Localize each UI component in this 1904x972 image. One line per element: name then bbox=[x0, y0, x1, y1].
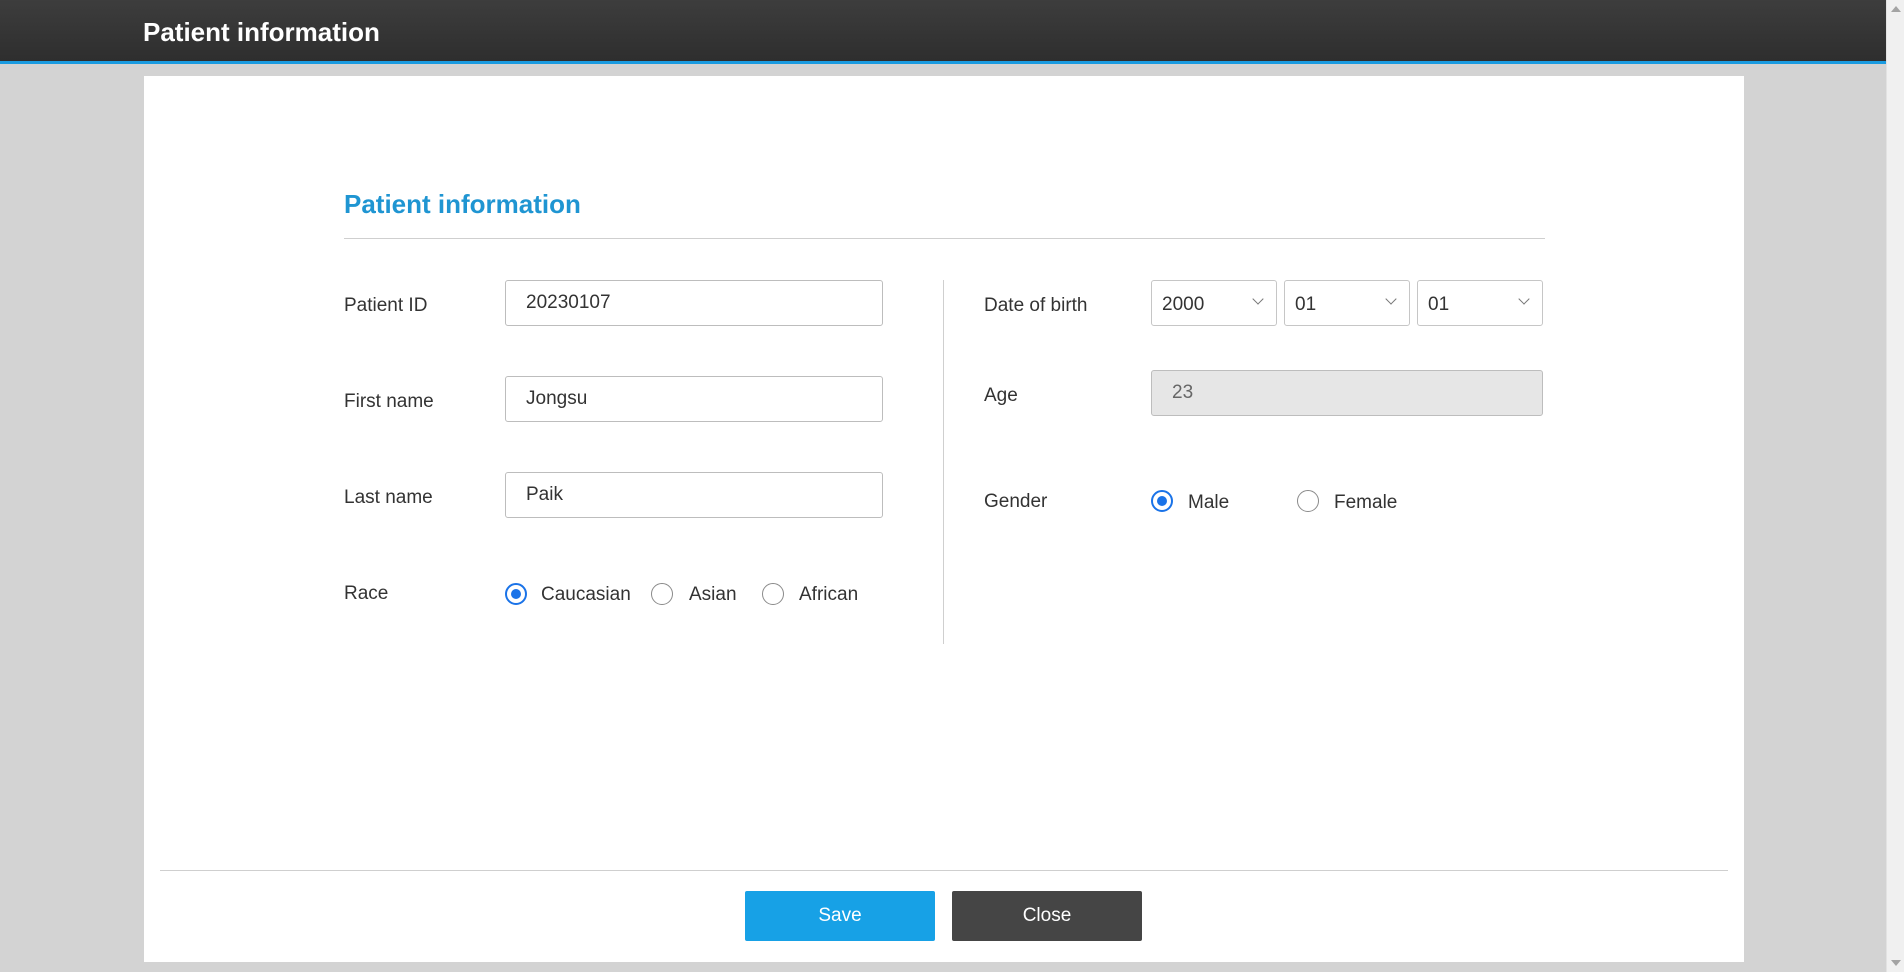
race-label: Race bbox=[344, 583, 389, 604]
last-name-input[interactable] bbox=[505, 472, 883, 518]
race-african-label[interactable]: African bbox=[799, 584, 858, 606]
gender-female-radio[interactable] bbox=[1297, 490, 1319, 512]
race-caucasian-radio[interactable] bbox=[505, 583, 527, 605]
gender-male-label[interactable]: Male bbox=[1188, 492, 1229, 514]
footer-divider bbox=[160, 870, 1728, 871]
chevron-down-icon bbox=[1252, 293, 1264, 305]
birth-year-select[interactable]: 2000 bbox=[1151, 280, 1277, 326]
close-button[interactable]: Close bbox=[952, 891, 1142, 941]
patient-id-label: Patient ID bbox=[344, 295, 428, 316]
date-of-birth-label: Date of birth bbox=[984, 295, 1088, 316]
section-divider bbox=[344, 238, 1545, 239]
chevron-down-icon bbox=[1518, 293, 1530, 305]
birth-day-select[interactable]: 01 bbox=[1417, 280, 1543, 326]
window-title: Patient information bbox=[143, 17, 380, 47]
birth-month-select[interactable]: 01 bbox=[1284, 280, 1410, 326]
patient-id-input[interactable] bbox=[505, 280, 883, 326]
age-field bbox=[1151, 370, 1543, 416]
last-name-label: Last name bbox=[344, 487, 433, 508]
race-african-radio[interactable] bbox=[762, 583, 784, 605]
birth-year-value: 2000 bbox=[1162, 294, 1205, 315]
race-asian-radio[interactable] bbox=[651, 583, 673, 605]
scroll-down-icon[interactable] bbox=[1891, 960, 1901, 966]
title-bar: Patient information bbox=[0, 0, 1886, 64]
gender-label: Gender bbox=[984, 491, 1048, 512]
age-label: Age bbox=[984, 385, 1018, 406]
first-name-label: First name bbox=[344, 391, 434, 412]
gender-male-radio[interactable] bbox=[1151, 490, 1173, 512]
birth-month-value: 01 bbox=[1295, 294, 1317, 315]
birth-day-value: 01 bbox=[1428, 294, 1450, 315]
chevron-down-icon bbox=[1385, 293, 1397, 305]
race-asian-label[interactable]: Asian bbox=[689, 584, 737, 606]
column-divider bbox=[943, 280, 944, 644]
first-name-input[interactable] bbox=[505, 376, 883, 422]
race-caucasian-label[interactable]: Caucasian bbox=[541, 584, 631, 606]
save-button[interactable]: Save bbox=[745, 891, 935, 941]
vertical-scrollbar[interactable] bbox=[1886, 0, 1904, 972]
patient-form-panel: Patient information Patient ID First nam… bbox=[144, 76, 1744, 962]
section-title: Patient information bbox=[344, 189, 581, 219]
scroll-up-icon[interactable] bbox=[1891, 6, 1901, 12]
gender-female-label[interactable]: Female bbox=[1334, 492, 1397, 514]
